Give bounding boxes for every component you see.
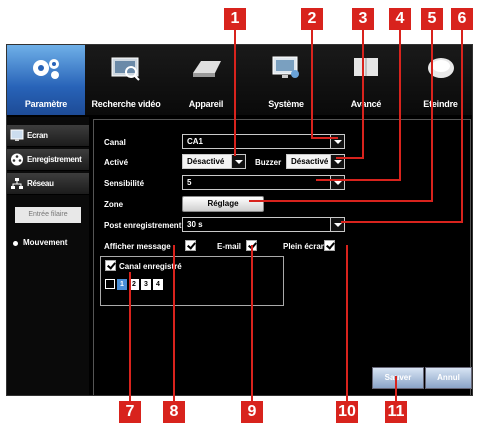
sidebar-item-label: Réseau <box>27 179 54 188</box>
callout-3: 3 <box>352 8 374 30</box>
callout-5: 5 <box>421 8 443 30</box>
buzzer-label: Buzzer <box>255 158 282 167</box>
advanced-icon <box>354 58 378 76</box>
callout-7-leader <box>129 272 131 402</box>
gears-icon <box>33 59 59 79</box>
callout-2-leader <box>311 30 313 138</box>
save-button[interactable]: Sauver <box>372 367 424 389</box>
callout-4-leader-h <box>316 179 401 181</box>
active-label: Activé <box>104 158 129 167</box>
cancel-button[interactable]: Annul <box>425 367 472 389</box>
buzzer-value: Désactivé <box>291 157 329 166</box>
email-label: E-mail <box>217 242 242 251</box>
tab-parametre[interactable]: Paramètre <box>7 45 85 115</box>
sidebar-item-ecran[interactable]: Ecran <box>7 125 89 147</box>
callout-9-leader <box>251 245 253 402</box>
dvr-screen: Paramètre Recherche vidéo Appareil Systè… <box>6 44 473 396</box>
tab-eteindre[interactable]: Eteindre <box>407 45 472 115</box>
callout-9: 9 <box>241 401 263 423</box>
callout-5-leader-h <box>249 200 433 202</box>
tab-label: Paramètre <box>24 99 68 109</box>
callout-8: 8 <box>163 401 185 423</box>
chevron-down-icon[interactable] <box>330 176 344 189</box>
sensibilite-value: 5 <box>187 178 192 187</box>
afficher-message-checkbox[interactable] <box>185 240 196 251</box>
bullet-icon <box>13 241 18 246</box>
callout-1: 1 <box>224 8 246 30</box>
plein-ecran-checkbox[interactable] <box>324 240 335 251</box>
channel-1[interactable]: 1 <box>117 279 127 290</box>
callout-10-leader <box>346 245 348 402</box>
chevron-down-icon[interactable] <box>231 155 245 168</box>
post-enregistrement-label: Post enregistrement <box>104 221 182 230</box>
sidebar-item-mouvement[interactable]: Mouvement <box>7 233 89 253</box>
tab-label: Eteindre <box>423 99 458 109</box>
callout-2-leader-h <box>311 137 338 139</box>
tab-recherche-video[interactable]: Recherche vidéo <box>87 45 165 115</box>
tab-systeme[interactable]: Système <box>247 45 325 115</box>
monitor-icon <box>272 56 299 78</box>
select-all-checkbox[interactable] <box>105 279 115 289</box>
plein-ecran-label: Plein écran <box>283 242 326 251</box>
canal-enregistre-checkbox[interactable] <box>105 260 116 271</box>
sensibilite-label: Sensibilité <box>104 179 145 188</box>
sidebar-item-label: Mouvement <box>23 238 68 247</box>
post-enregistrement-select[interactable]: 30 s <box>182 217 345 232</box>
callout-6: 6 <box>451 8 473 30</box>
sidebar-item-reseau[interactable]: Réseau <box>7 173 89 195</box>
canal-label: Canal <box>104 138 126 147</box>
canal-value: CA1 <box>187 137 204 146</box>
callout-11-leader <box>395 376 397 402</box>
post-enregistrement-value: 30 s <box>187 220 203 229</box>
callout-1-leader <box>234 30 236 156</box>
callout-3-leader-h <box>336 157 364 159</box>
callout-4-leader <box>399 30 401 180</box>
tab-label: Recherche vidéo <box>91 99 161 109</box>
callout-7: 7 <box>119 401 141 423</box>
channel-3[interactable]: 3 <box>141 279 151 290</box>
sensibilite-select[interactable]: 5 <box>182 175 345 190</box>
chevron-down-icon[interactable] <box>330 218 344 231</box>
callout-8-leader <box>173 245 175 402</box>
tab-avance[interactable]: Avancé <box>327 45 405 115</box>
afficher-message-label: Afficher message <box>104 242 171 251</box>
callout-10: 10 <box>336 401 358 423</box>
sidebar-item-label: Ecran <box>27 131 48 140</box>
network-icon <box>11 178 23 189</box>
film-reel-icon <box>11 153 23 166</box>
sidebar-subitem-entree-filaire[interactable]: Entrée filaire <box>15 207 81 223</box>
sidebar-item-enregistrement[interactable]: Enregistrement <box>7 149 89 171</box>
tab-label: Système <box>268 99 304 109</box>
video-search-icon <box>111 57 140 81</box>
callout-2: 2 <box>301 8 323 30</box>
active-value: Désactivé <box>187 157 225 166</box>
active-select[interactable]: Désactivé <box>182 154 246 169</box>
canal-enregistre-group: Canal enregistré 1 2 3 4 <box>100 256 284 306</box>
tab-label: Avancé <box>350 99 382 109</box>
sidebar-item-label: Enregistrement <box>27 155 82 164</box>
zone-label: Zone <box>104 200 124 209</box>
callout-5-leader <box>431 30 433 201</box>
hard-drive-icon <box>193 61 221 77</box>
callout-6-leader <box>461 30 463 222</box>
screen-icon <box>10 129 24 141</box>
callout-3-leader <box>362 30 364 158</box>
sidebar: Ecran Enregistrement Réseau Entrée filai… <box>7 117 89 395</box>
callout-11: 11 <box>385 401 407 423</box>
channel-4[interactable]: 4 <box>153 279 163 290</box>
reglage-button[interactable]: Réglage <box>182 196 264 212</box>
callout-4: 4 <box>389 8 411 30</box>
power-icon <box>427 58 454 78</box>
top-menu-bar: Paramètre Recherche vidéo Appareil Systè… <box>7 45 472 115</box>
callout-6-leader-h <box>341 221 463 223</box>
